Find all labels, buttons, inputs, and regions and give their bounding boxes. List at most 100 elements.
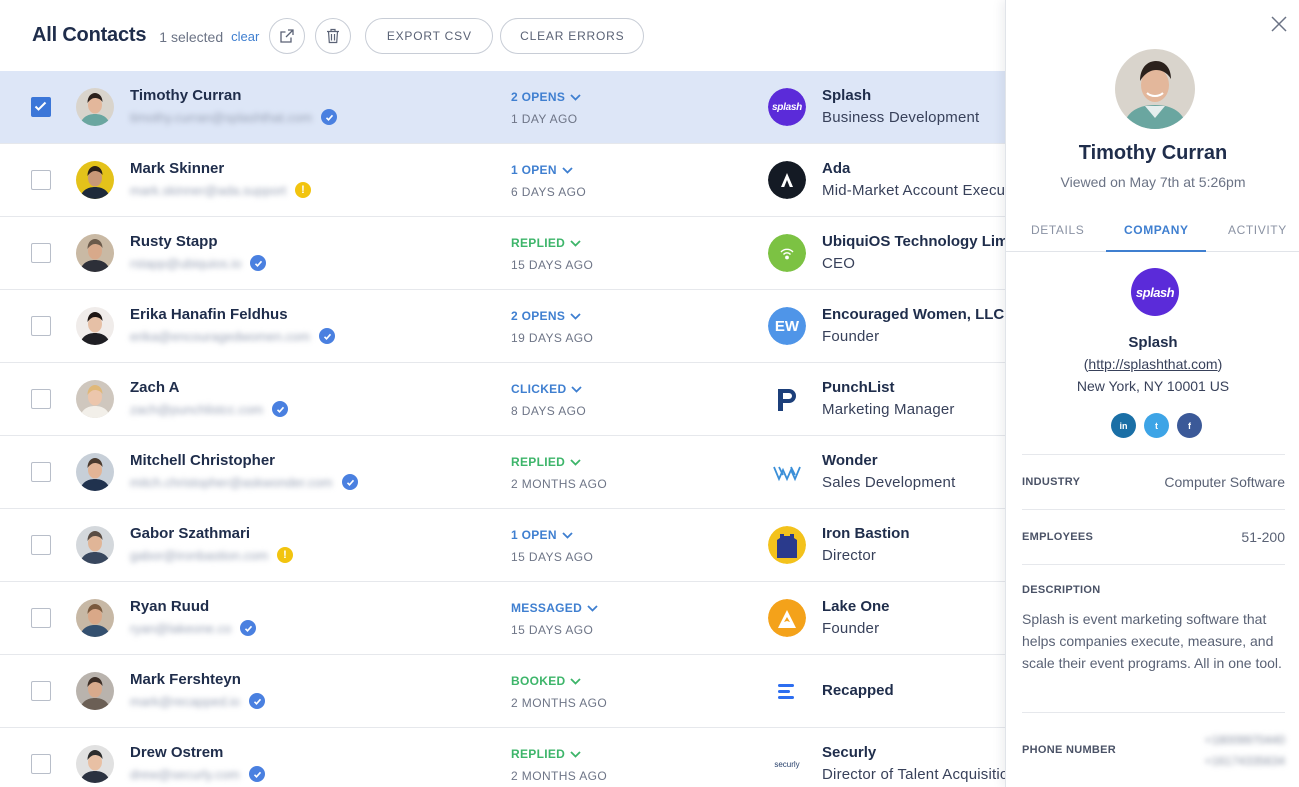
company-name: Ada [822, 160, 851, 177]
contact-name[interactable]: Mark Skinner [130, 160, 224, 177]
twitter-icon[interactable]: t [1144, 413, 1169, 438]
table-row[interactable]: Erika Hanafin Feldhus erika@encouragedwom… [0, 290, 1005, 363]
row-checkbox[interactable] [31, 243, 51, 263]
delete-button[interactable] [315, 17, 352, 54]
table-row[interactable]: Gabor Szathmari gabor@ironbastion.com! 1 O… [0, 509, 1005, 582]
engagement-status[interactable]: 2 OPENS [511, 309, 581, 323]
social-links: in t f [1111, 413, 1202, 438]
company-name: Securly [822, 744, 877, 761]
row-checkbox[interactable] [31, 316, 51, 336]
engagement-status[interactable]: MESSAGED [511, 601, 598, 615]
chevron-down-icon [562, 531, 573, 539]
engagement-status[interactable]: REPLIED [511, 455, 581, 469]
table-row[interactable]: Ryan Ruud ryan@lakeone.co MESSAGED 15 DAYS … [0, 582, 1005, 655]
avatar [76, 672, 114, 710]
contact-name[interactable]: Rusty Stapp [130, 233, 218, 250]
company-logo: splash [768, 88, 806, 126]
company-logo [768, 380, 806, 418]
contact-name[interactable]: Ryan Ruud [130, 598, 209, 615]
engagement-status[interactable]: CLICKED [511, 382, 583, 396]
table-row[interactable]: Drew Ostrem drew@securly.com REPLIED 2 MONT… [0, 728, 1017, 787]
facebook-icon[interactable]: f [1177, 413, 1202, 438]
chevron-down-icon [570, 312, 581, 320]
avatar [76, 234, 114, 272]
company-name: Recapped [822, 682, 894, 699]
contact-role: Founder [822, 328, 880, 345]
row-checkbox[interactable] [31, 462, 51, 482]
table-row[interactable]: Rusty Stapp rstapp@ubiquios.io REPLIED 15 D… [0, 217, 1035, 290]
row-checkbox[interactable] [31, 97, 51, 117]
status-label: 2 OPENS [511, 90, 566, 104]
avatar [76, 599, 114, 637]
status-timestamp: 2 MONTHS AGO [511, 477, 608, 491]
tab-details[interactable]: DETAILS [1031, 223, 1084, 237]
clear-errors-button[interactable]: CLEAR ERRORS [500, 17, 645, 54]
chevron-down-icon [587, 604, 598, 612]
row-checkbox[interactable] [31, 754, 51, 774]
contact-name[interactable]: Mark Fershteyn [130, 671, 241, 688]
engagement-status[interactable]: 1 OPEN [511, 528, 573, 542]
row-checkbox[interactable] [31, 389, 51, 409]
engagement-status[interactable]: BOOKED [511, 674, 582, 688]
open-external-button[interactable] [269, 17, 306, 54]
engagement-status[interactable]: REPLIED [511, 236, 581, 250]
status-timestamp: 2 MONTHS AGO [511, 696, 608, 710]
contact-email: timothy.curran@splashthat.com [130, 110, 313, 125]
divider [1022, 564, 1285, 565]
tab-company[interactable]: COMPANY [1124, 223, 1189, 237]
row-checkbox[interactable] [31, 608, 51, 628]
contact-name[interactable]: Erika Hanafin Feldhus [130, 306, 288, 323]
table-row[interactable]: Mitchell Christopher mitch.christopher@as… [0, 436, 1005, 509]
contact-name[interactable]: Timothy Curran [130, 87, 241, 104]
chevron-down-icon [570, 93, 581, 101]
row-checkbox[interactable] [31, 681, 51, 701]
company-name: Iron Bastion [822, 525, 910, 542]
contact-email: zach@punchlistcc.com [130, 402, 264, 417]
table-row[interactable]: Zach A zach@punchlistcc.com CLICKED 8 DAYS … [0, 363, 1005, 436]
company-logo [768, 234, 806, 272]
status-timestamp: 15 DAYS AGO [511, 550, 594, 564]
contact-name[interactable]: Zach A [130, 379, 179, 396]
status-label: REPLIED [511, 455, 566, 469]
avatar [76, 88, 114, 126]
verified-icon [249, 693, 265, 709]
tab-activity[interactable]: ACTIVITY [1228, 223, 1287, 237]
phone-label: PHONE NUMBER [1022, 744, 1117, 756]
engagement-status[interactable]: 2 OPENS [511, 90, 581, 104]
contact-role: CEO [822, 255, 856, 272]
company-logo [768, 161, 806, 199]
engagement-status[interactable]: 1 OPEN [511, 163, 573, 177]
avatar [76, 161, 114, 199]
export-csv-button[interactable]: EXPORT CSV [365, 17, 494, 54]
table-row[interactable]: Timothy Curran timothy.curran@splashthat.… [0, 71, 1005, 144]
linkedin-icon[interactable]: in [1111, 413, 1136, 438]
company-url-link[interactable]: http://splashthat.com [1088, 356, 1217, 372]
avatar [1115, 49, 1195, 129]
contact-name[interactable]: Gabor Szathmari [130, 525, 250, 542]
company-name: Splash [822, 87, 872, 104]
contact-role: Sales Development [822, 474, 956, 491]
row-checkbox[interactable] [31, 535, 51, 555]
row-checkbox[interactable] [31, 170, 51, 190]
table-row[interactable]: Mark Fershteyn mark@recapped.io BOOKED 2 MO… [0, 655, 1005, 728]
company-description: Splash is event marketing software that … [1022, 611, 1282, 671]
company-logo: securly [774, 759, 800, 769]
description-label: DESCRIPTION [1022, 584, 1101, 596]
employees-label: EMPLOYEES [1022, 531, 1094, 543]
chevron-down-icon [570, 750, 581, 758]
contact-name[interactable]: Drew Ostrem [130, 744, 223, 761]
contact-email: mitch.christopher@askwonder.com [130, 475, 333, 490]
status-timestamp: 15 DAYS AGO [511, 623, 594, 637]
clear-selection-link[interactable]: clear [231, 29, 259, 44]
verified-icon [240, 620, 256, 636]
viewed-timestamp: Viewed on May 7th at 5:26pm [1060, 174, 1246, 190]
table-row[interactable]: Mark Skinner mark.skinner@ada.support! 1 O… [0, 144, 1029, 217]
status-timestamp: 1 DAY AGO [511, 112, 578, 126]
contact-email: gabor@ironbastion.com [130, 548, 269, 563]
contact-name[interactable]: Mitchell Christopher [130, 452, 275, 469]
verified-icon [249, 766, 265, 782]
close-icon[interactable] [1269, 14, 1289, 34]
engagement-status[interactable]: REPLIED [511, 747, 581, 761]
company-logo [768, 672, 806, 710]
company-logo: EW [768, 307, 806, 345]
